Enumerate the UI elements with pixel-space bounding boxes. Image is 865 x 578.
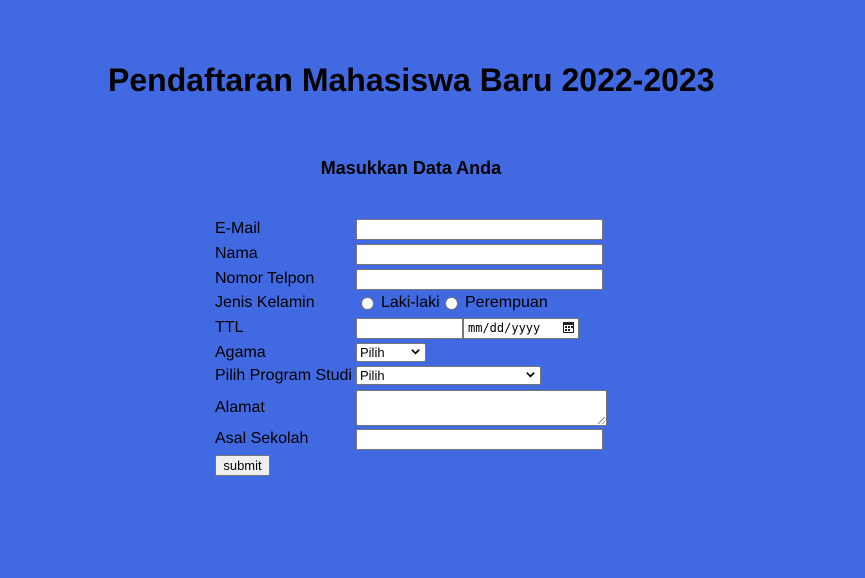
chevron-down-icon [526,372,535,378]
radio-perempuan[interactable]: Perempuan [445,293,548,313]
ttl-row: TTL mm/dd/yyyy [215,318,635,340]
email-label: E-Mail [215,220,261,237]
prodi-select[interactable]: Pilih [356,366,541,385]
jenis-kelamin-label: Jenis Kelamin [215,294,315,311]
asal-sekolah-field[interactable] [356,429,603,450]
asal-sekolah-label: Asal Sekolah [215,430,309,447]
prodi-label: Pilih Program Studi [215,367,352,384]
radio-label-perempuan: Perempuan [465,294,548,311]
date-placeholder: mm/dd/yyyy [468,321,541,335]
radio-label-laki-laki: Laki-laki [381,294,440,311]
email-field[interactable] [356,219,603,240]
prodi-selected-value: Pilih [360,368,385,383]
jenis-kelamin-row: Jenis Kelamin Laki-laki Perempuan [215,293,635,315]
radio-laki-laki[interactable]: Laki-laki [361,293,440,313]
submit-button[interactable]: submit [215,455,270,476]
nama-label: Nama [215,245,258,262]
radio-button-perempuan[interactable] [445,296,458,310]
radio-button-laki-laki[interactable] [361,296,374,310]
resize-grip-icon[interactable] [598,417,605,424]
alamat-row: Alamat [215,390,635,426]
agama-label: Agama [215,344,266,361]
ttl-place-field[interactable] [356,318,463,339]
agama-selected-value: Pilih [360,345,385,360]
alamat-textarea[interactable] [356,390,607,426]
prodi-row: Pilih Program Studi Pilih [215,366,635,388]
alamat-label: Alamat [215,399,265,416]
ttl-label: TTL [215,319,244,336]
chevron-down-icon [411,349,420,355]
form-subtitle: Masukkan Data Anda [320,158,502,178]
telpon-row: Nomor Telpon [215,269,635,291]
agama-select[interactable]: Pilih [356,343,426,362]
nama-row: Nama [215,244,635,266]
telpon-field[interactable] [356,269,603,290]
asal-sekolah-row: Asal Sekolah [215,429,635,451]
ttl-date-field[interactable]: mm/dd/yyyy [463,318,579,339]
telpon-label: Nomor Telpon [215,270,315,287]
page-title: Pendaftaran Mahasiswa Baru 2022-2023 [108,62,715,98]
email-row: E-Mail [215,219,635,241]
calendar-icon[interactable] [563,322,574,333]
agama-row: Agama Pilih [215,343,635,365]
nama-field[interactable] [356,244,603,265]
submit-row: submit [215,455,635,477]
